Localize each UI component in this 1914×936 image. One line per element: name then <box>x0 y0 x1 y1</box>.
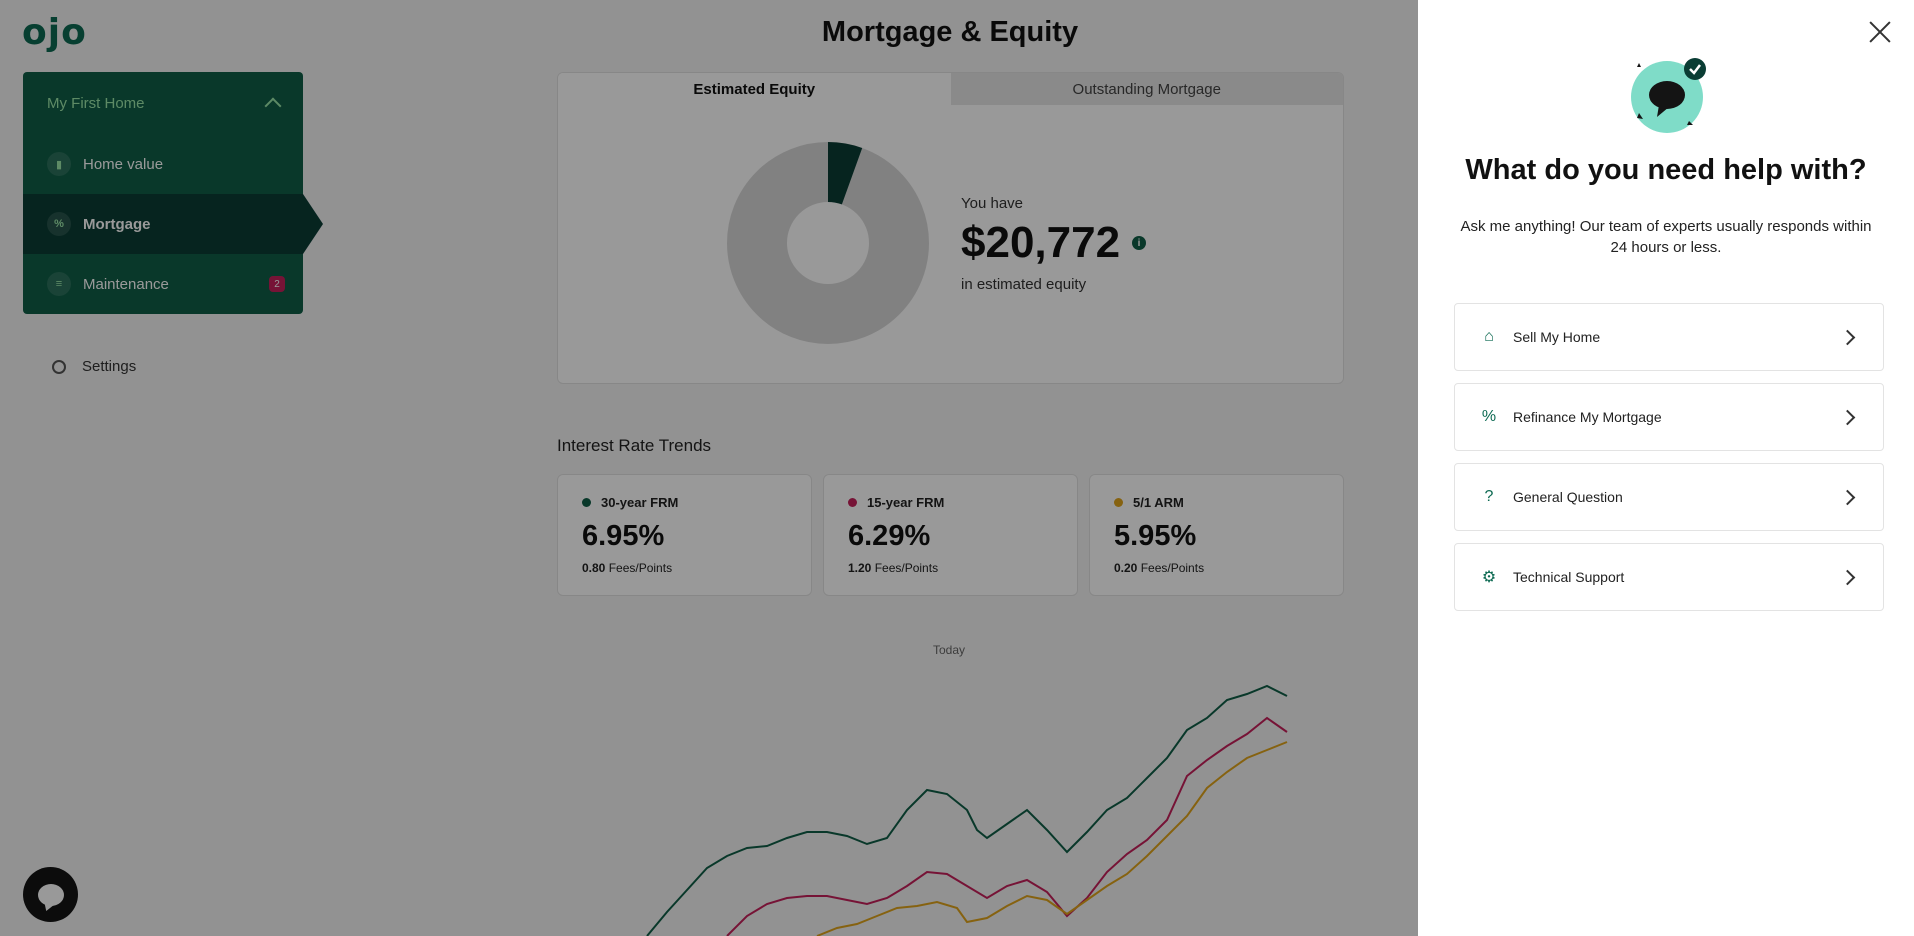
close-icon[interactable] <box>1868 20 1892 44</box>
modal-backdrop[interactable] <box>0 0 1418 936</box>
percent-icon: % <box>1481 408 1497 425</box>
option-technical-support[interactable]: ⚙ Technical Support <box>1454 543 1884 611</box>
panel-title: What do you need help with? <box>1465 154 1867 186</box>
option-label: Technical Support <box>1513 569 1625 585</box>
help-panel: What do you need help with? Ask me anyth… <box>1418 0 1914 936</box>
chevron-right-icon <box>1839 409 1856 425</box>
chevron-right-icon <box>1839 329 1856 345</box>
panel-subtitle: Ask me anything! Our team of experts usu… <box>1460 218 1872 256</box>
option-sell-my-home[interactable]: ⌂ Sell My Home <box>1454 303 1884 371</box>
option-refinance-my-mortgage[interactable]: % Refinance My Mortgage <box>1454 383 1884 451</box>
chevron-right-icon <box>1839 569 1856 585</box>
gear-icon: ⚙ <box>1481 569 1497 586</box>
house-icon: ⌂ <box>1484 328 1494 345</box>
option-label: Sell My Home <box>1513 329 1601 345</box>
option-label: General Question <box>1513 489 1623 505</box>
chevron-right-icon <box>1839 489 1856 505</box>
question-icon: ? <box>1484 488 1494 505</box>
option-general-question[interactable]: ? General Question <box>1454 463 1884 531</box>
option-label: Refinance My Mortgage <box>1513 409 1662 425</box>
chat-support-illustration-icon <box>1631 58 1706 133</box>
